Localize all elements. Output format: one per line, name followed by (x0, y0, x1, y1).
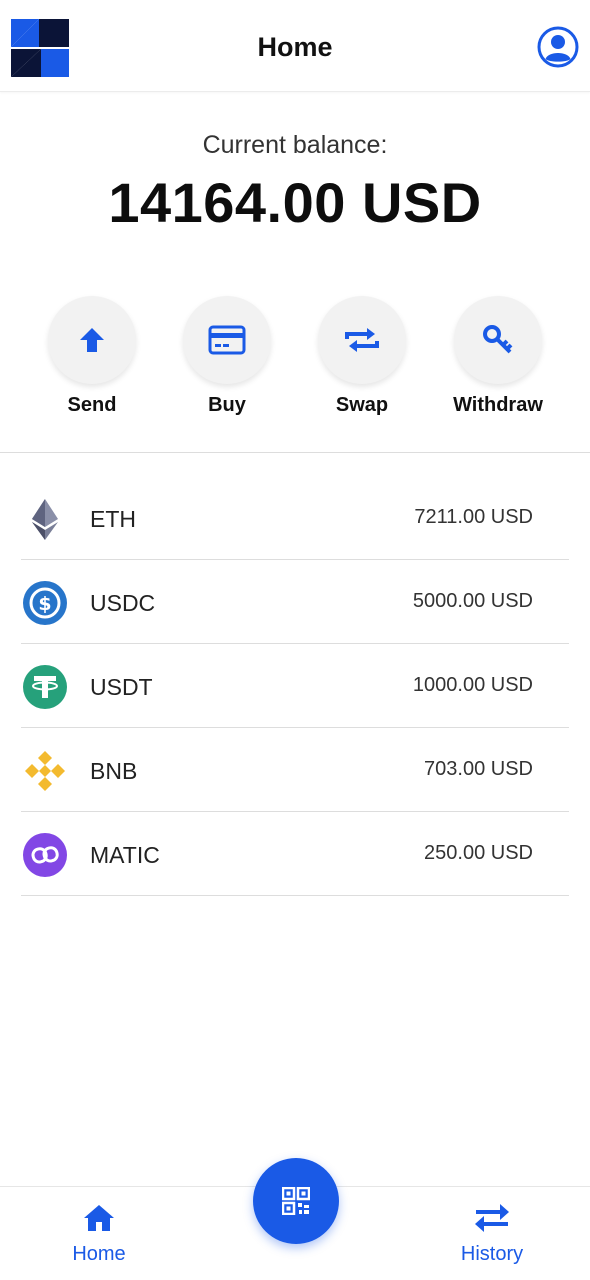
top-bar: Home (0, 0, 590, 92)
usdc-icon: $ (23, 581, 67, 625)
asset-name: MATIC (90, 842, 160, 868)
key-icon (483, 325, 513, 354)
asset-row-usdt[interactable]: USDT 1000.00 USD (21, 644, 569, 728)
asset-value: 1000.00 USD (412, 674, 533, 696)
scan-qr-button[interactable] (253, 1158, 339, 1244)
asset-name: USDT (90, 674, 153, 700)
withdraw-button[interactable]: Withdraw (438, 296, 558, 426)
buy-label: Buy (208, 394, 246, 416)
credit-card-icon (208, 325, 246, 355)
asset-row-bnb[interactable]: BNB 703.00 USD (21, 728, 569, 812)
page-title: Home (257, 32, 333, 62)
balance-value: 14164.00 USD (108, 171, 482, 234)
asset-row-matic[interactable]: MATIC 250.00 USD (21, 812, 569, 896)
qr-code-icon (282, 1187, 310, 1215)
svg-text:$: $ (38, 593, 51, 615)
swap-button[interactable]: Swap (302, 296, 422, 426)
nav-home[interactable]: Home (34, 1199, 164, 1269)
asset-name: BNB (90, 758, 138, 784)
history-icon-wrap (427, 1203, 557, 1235)
send-button[interactable]: Send (32, 296, 152, 426)
asset-row-usdc[interactable]: $ USDC 5000.00 USD (21, 560, 569, 644)
user-circle-icon[interactable] (537, 26, 579, 68)
polygon-icon (23, 833, 67, 877)
asset-value: 250.00 USD (424, 842, 533, 864)
buy-action-circle[interactable] (183, 296, 271, 384)
asset-name: USDC (90, 590, 156, 616)
asset-value: 5000.00 USD (412, 590, 533, 612)
section-divider (0, 452, 590, 453)
balance-label: Current balance: (202, 131, 388, 159)
bnb-icon (25, 751, 65, 791)
nav-home-label: Home (72, 1243, 126, 1265)
home-icon (84, 1205, 114, 1231)
nav-history-label: History (460, 1243, 524, 1265)
swap-label: Swap (335, 394, 389, 416)
asset-row-eth[interactable]: ETH 7211.00 USD (21, 476, 569, 560)
home-icon-wrap (34, 1203, 164, 1235)
send-label: Send (67, 394, 117, 416)
swap-arrows-icon (345, 328, 379, 352)
transfer-arrows-icon (475, 1204, 509, 1232)
swap-action-circle[interactable] (318, 296, 406, 384)
asset-value: 703.00 USD (424, 758, 533, 780)
withdraw-action-circle[interactable] (454, 296, 542, 384)
tether-icon (23, 665, 67, 709)
send-action-circle[interactable] (48, 296, 136, 384)
asset-name: ETH (90, 506, 136, 532)
app-root: Home Current balance: 14164.00 USD Send … (0, 0, 590, 1280)
buy-button[interactable]: Buy (167, 296, 287, 426)
asset-value: 7211.00 USD (414, 506, 533, 528)
ethereum-icon (32, 499, 58, 540)
nav-history[interactable]: History (427, 1199, 557, 1269)
arrow-up-icon (80, 328, 104, 352)
withdraw-label: Withdraw (453, 394, 543, 416)
